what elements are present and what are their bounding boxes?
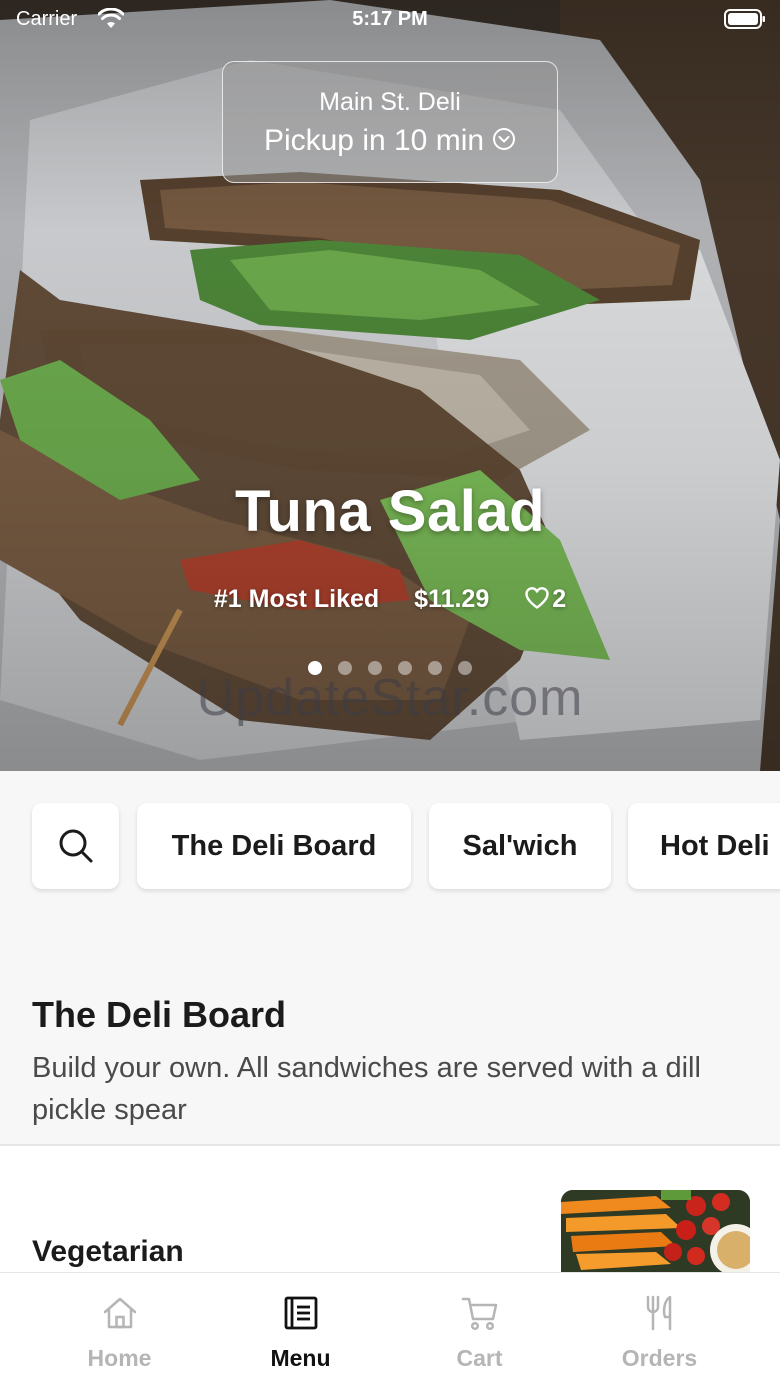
search-button[interactable] bbox=[32, 803, 119, 889]
tab-home[interactable]: Home bbox=[22, 1273, 217, 1387]
price-label: $11.29 bbox=[414, 584, 490, 613]
store-name: Main St. Deli bbox=[319, 88, 461, 116]
watermark: UpdateStar.com bbox=[196, 669, 584, 727]
pickup-time-label: Pickup in 10 min bbox=[263, 124, 485, 157]
tab-cart[interactable]: Cart bbox=[382, 1273, 577, 1387]
section-title: The Deli Board bbox=[32, 994, 287, 1035]
menu-icon bbox=[284, 1296, 318, 1330]
search-icon bbox=[59, 829, 92, 863]
menu-item-name[interactable]: Vegetarian bbox=[32, 1235, 184, 1269]
heart-icon bbox=[525, 586, 549, 609]
tab-menu[interactable]: Menu bbox=[203, 1273, 398, 1387]
tab-cart-label: Cart bbox=[456, 1345, 503, 1371]
category-chip-deli-board[interactable]: The Deli Board bbox=[137, 803, 411, 889]
tab-home-label: Home bbox=[87, 1345, 152, 1371]
pickup-time: Pickup in 10 min bbox=[223, 124, 557, 158]
featured-hero[interactable]: Carrier 5:17 PM Main St. Deli Pickup in … bbox=[0, 0, 780, 771]
home-icon bbox=[103, 1297, 137, 1329]
likes-count: 2 bbox=[552, 585, 567, 614]
featured-item-title: Tuna Salad bbox=[234, 479, 546, 544]
clock: 5:17 PM bbox=[352, 8, 428, 30]
category-chip-hot-deli[interactable]: Hot Deli bbox=[628, 803, 780, 889]
vegetables-image bbox=[561, 1190, 750, 1276]
cart-icon bbox=[461, 1297, 498, 1331]
likes[interactable]: 2 bbox=[524, 584, 566, 614]
orders-icon bbox=[646, 1295, 672, 1331]
tab-bar: Home Menu Cart Orders bbox=[0, 1272, 780, 1387]
status-bar: Carrier 5:17 PM bbox=[0, 0, 780, 40]
tab-orders[interactable]: Orders bbox=[562, 1273, 757, 1387]
pickup-selector[interactable]: Main St. Deli Pickup in 10 min bbox=[222, 61, 558, 183]
chevron-down-circle-icon bbox=[493, 128, 516, 151]
featured-item-meta: #1 Most Liked $11.29 2 bbox=[0, 584, 780, 614]
tab-orders-label: Orders bbox=[621, 1345, 698, 1371]
rank-label: #1 Most Liked bbox=[213, 584, 380, 613]
battery-icon bbox=[724, 9, 765, 29]
section-description: Build your own. All sandwiches are serve… bbox=[32, 1052, 701, 1126]
menu-item-photo[interactable] bbox=[561, 1190, 750, 1276]
category-bar[interactable]: The Deli Board Sal'wich Hot Deli bbox=[0, 800, 780, 894]
tab-menu-label: Menu bbox=[270, 1345, 331, 1371]
category-chip-salwich[interactable]: Sal'wich bbox=[429, 803, 611, 889]
